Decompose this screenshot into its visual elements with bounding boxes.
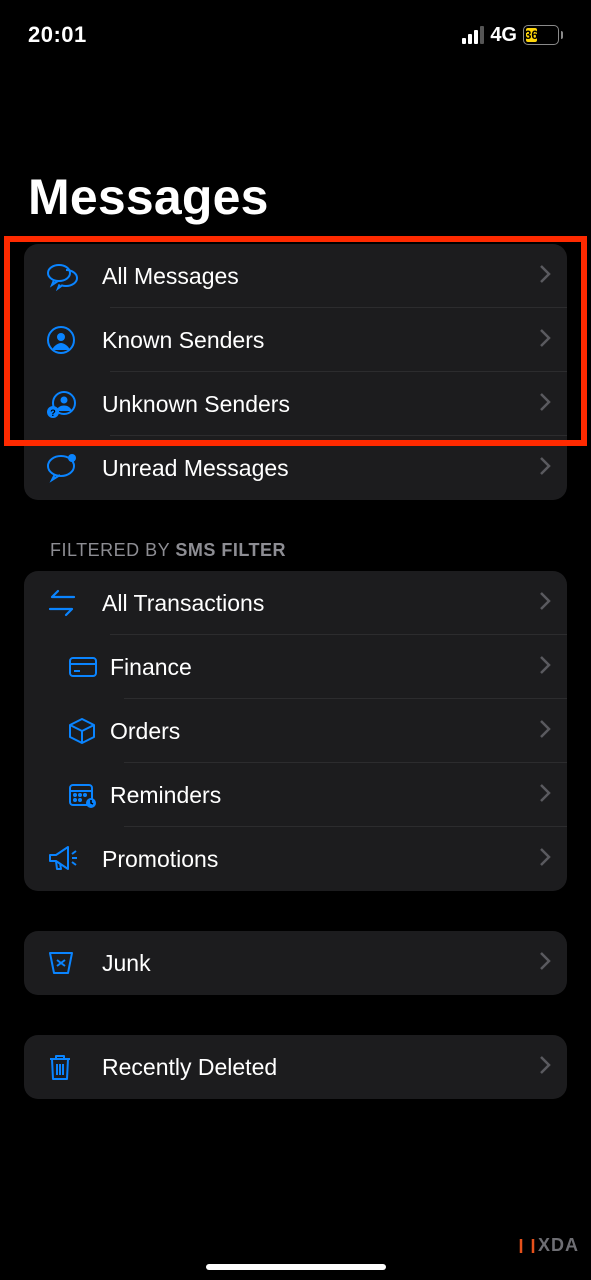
row-reminders[interactable]: Reminders bbox=[24, 763, 567, 827]
megaphone-icon bbox=[46, 845, 102, 873]
row-label: Promotions bbox=[102, 846, 539, 873]
row-label: Unread Messages bbox=[102, 455, 539, 482]
row-recently-deleted[interactable]: Recently Deleted bbox=[24, 1035, 567, 1099]
filter-section-header: FILTERED BY SMS FILTER bbox=[0, 540, 591, 571]
person-circle-icon bbox=[46, 325, 102, 355]
battery-icon: 36 bbox=[523, 25, 563, 45]
chevron-right-icon bbox=[539, 655, 551, 680]
filter-header-prefix: FILTERED BY bbox=[50, 540, 175, 560]
chevron-right-icon bbox=[539, 591, 551, 616]
watermark-text: XDA bbox=[538, 1235, 579, 1256]
chevron-right-icon bbox=[539, 456, 551, 481]
box-icon bbox=[68, 717, 110, 745]
filter-header-name: SMS FILTER bbox=[175, 540, 286, 560]
row-label: Reminders bbox=[110, 782, 539, 809]
svg-text:?: ? bbox=[50, 408, 56, 418]
row-label: Finance bbox=[110, 654, 539, 681]
credit-card-icon bbox=[68, 655, 110, 679]
row-label: All Transactions bbox=[102, 590, 539, 617]
page-title: Messages bbox=[0, 58, 591, 244]
row-known-senders[interactable]: Known Senders bbox=[24, 308, 567, 372]
person-question-icon: ? bbox=[46, 389, 102, 419]
trash-icon bbox=[46, 1052, 102, 1082]
row-junk[interactable]: Junk bbox=[24, 931, 567, 995]
xda-watermark: XDA bbox=[518, 1235, 579, 1256]
signal-strength-icon bbox=[462, 26, 484, 44]
row-all-transactions[interactable]: All Transactions bbox=[24, 571, 567, 635]
row-label: All Messages bbox=[102, 263, 539, 290]
calendar-clock-icon bbox=[68, 781, 110, 809]
chat-bubbles-icon bbox=[46, 261, 102, 291]
row-label: Recently Deleted bbox=[102, 1054, 539, 1081]
row-orders[interactable]: Orders bbox=[24, 699, 567, 763]
row-label: Unknown Senders bbox=[102, 391, 539, 418]
home-indicator[interactable] bbox=[206, 1264, 386, 1270]
xda-logo-icon bbox=[518, 1237, 536, 1255]
status-right: 4G 36 bbox=[462, 24, 563, 47]
row-unread-messages[interactable]: Unread Messages bbox=[24, 436, 567, 500]
recently-deleted-section: Recently Deleted bbox=[24, 1035, 567, 1099]
status-bar: 20:01 4G 36 bbox=[0, 0, 591, 58]
chevron-right-icon bbox=[539, 951, 551, 976]
status-time: 20:01 bbox=[28, 22, 87, 48]
sms-filter-section: All Transactions Finance Orders bbox=[24, 571, 567, 891]
junk-section: Junk bbox=[24, 931, 567, 995]
chat-badge-icon bbox=[46, 453, 102, 483]
row-label: Known Senders bbox=[102, 327, 539, 354]
chevron-right-icon bbox=[539, 719, 551, 744]
row-label: Orders bbox=[110, 718, 539, 745]
network-label: 4G bbox=[490, 24, 517, 47]
row-label: Junk bbox=[102, 950, 539, 977]
arrows-swap-icon bbox=[46, 589, 102, 617]
chevron-right-icon bbox=[539, 847, 551, 872]
chevron-right-icon bbox=[539, 328, 551, 353]
chevron-right-icon bbox=[539, 392, 551, 417]
row-finance[interactable]: Finance bbox=[24, 635, 567, 699]
battery-percent: 36 bbox=[525, 29, 538, 41]
row-all-messages[interactable]: All Messages bbox=[24, 244, 567, 308]
junk-bin-icon bbox=[46, 949, 102, 977]
chevron-right-icon bbox=[539, 783, 551, 808]
chevron-right-icon bbox=[539, 264, 551, 289]
messages-filter-section: All Messages Known Senders ? bbox=[24, 244, 567, 500]
row-promotions[interactable]: Promotions bbox=[24, 827, 567, 891]
row-unknown-senders[interactable]: ? Unknown Senders bbox=[24, 372, 567, 436]
chevron-right-icon bbox=[539, 1055, 551, 1080]
